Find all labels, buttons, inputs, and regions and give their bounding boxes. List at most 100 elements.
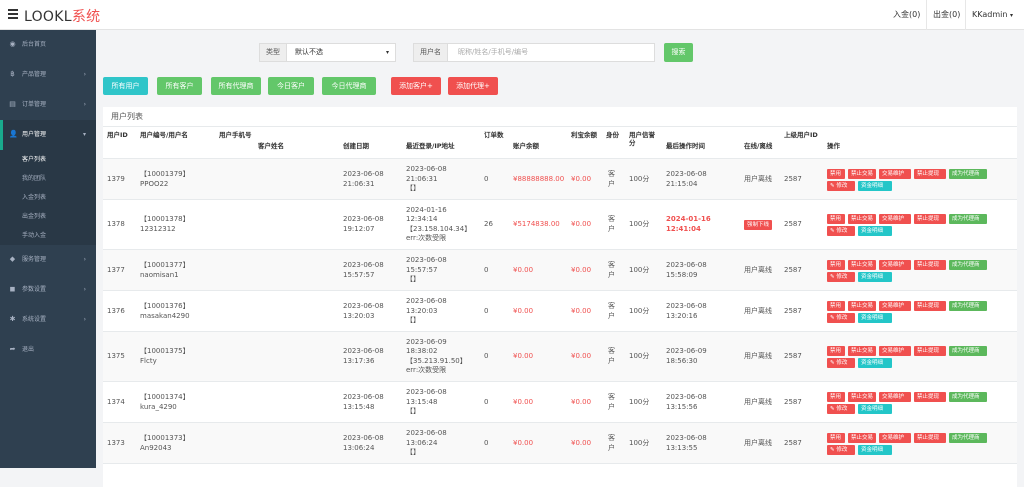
quick-filter-button-1[interactable]: 所有客户 xyxy=(157,77,202,95)
last-op-date: 2023-06-08 xyxy=(666,260,707,269)
column-header-1: 用户编号/用户名 xyxy=(140,131,188,139)
action-to-agent-button[interactable]: 成为代理商 xyxy=(949,432,987,443)
action-funds-button[interactable]: 资金明细 xyxy=(858,444,892,455)
action-to-agent-button[interactable]: 成为代理商 xyxy=(949,391,987,402)
action-ban-withdraw-button[interactable]: 禁止提现 xyxy=(914,432,946,443)
sidebar-subitem-1[interactable]: 我的团队 xyxy=(0,169,96,188)
action-ban-button[interactable]: 禁用 xyxy=(827,214,845,224)
action-trade-maint-button[interactable]: 交易维护 xyxy=(879,300,911,311)
action-ban-button[interactable]: 禁用 xyxy=(827,259,845,270)
action-funds-button[interactable]: 资金明细 xyxy=(858,271,892,282)
order-count: 0 xyxy=(484,174,489,183)
role-line-2: 户 xyxy=(608,311,615,320)
username-input[interactable]: 昵称/姓名/手机号/编号 xyxy=(454,44,654,61)
action-edit-button[interactable]: ✎ 修改 xyxy=(827,180,855,191)
action-to-agent-button[interactable]: 成为代理商 xyxy=(949,346,987,356)
action-ban-trade-button[interactable]: 禁止交易 xyxy=(848,300,876,311)
column-header-8: 利宝余额 xyxy=(571,131,597,139)
action-ban-withdraw-button[interactable]: 禁止提现 xyxy=(914,168,946,179)
chevron-icon: › xyxy=(83,256,86,263)
sidebar-item-0[interactable]: ◉ 后台首页 xyxy=(0,30,96,60)
sidebar-item-2[interactable]: ▤ 订单管理 › xyxy=(0,90,96,120)
sidebar-item-5[interactable]: ◼ 参数设置 › xyxy=(0,275,96,305)
sidebar-item-label: 参数设置 xyxy=(22,286,47,293)
parent-id: 2587 xyxy=(784,438,802,447)
force-offline-button[interactable]: 强制下线 xyxy=(744,220,773,230)
action-trade-maint-button[interactable]: 交易维护 xyxy=(879,214,911,224)
created-date: 2023-06-08 xyxy=(343,433,384,442)
sidebar-item-3[interactable]: 👤 用户管理 ▾ xyxy=(0,120,96,150)
role-line-1: 客 xyxy=(608,347,615,355)
action-ban-button[interactable]: 禁用 xyxy=(827,300,845,311)
quick-filter-button-2[interactable]: 所有代理商 xyxy=(211,77,261,95)
sidebar-subitem-4[interactable]: 手动入金 xyxy=(0,226,96,245)
chevron-icon: › xyxy=(83,71,86,78)
role-line-1: 客 xyxy=(608,169,615,178)
action-edit-button[interactable]: ✎ 修改 xyxy=(827,444,855,455)
quick-filter-button-3[interactable]: 今日客户 xyxy=(268,77,314,95)
action-edit-button[interactable]: ✎ 修改 xyxy=(827,403,855,414)
action-trade-maint-button[interactable]: 交易维护 xyxy=(879,259,911,270)
action-funds-button[interactable]: 资金明细 xyxy=(858,312,892,323)
user-menu[interactable]: KKadmin ▾ xyxy=(965,0,1024,30)
action-trade-maint-button[interactable]: 交易维护 xyxy=(879,168,911,179)
action-ban-button[interactable]: 禁用 xyxy=(827,432,845,443)
column-header-5: 最近登录/IP地址 xyxy=(406,142,455,150)
order-count: 26 xyxy=(484,220,493,228)
action-ban-withdraw-button[interactable]: 禁止提现 xyxy=(914,346,946,356)
search-button[interactable]: 搜索 xyxy=(664,43,693,62)
action-ban-button[interactable]: 禁用 xyxy=(827,391,845,402)
action-edit-button[interactable]: ✎ 修改 xyxy=(827,226,855,236)
action-to-agent-button[interactable]: 成为代理商 xyxy=(949,300,987,311)
created-time: 21:06:31 xyxy=(343,179,375,188)
action-ban-withdraw-button[interactable]: 禁止提现 xyxy=(914,391,946,402)
last-op-time: 18:56:30 xyxy=(666,357,698,365)
parent-id: 2587 xyxy=(784,397,802,406)
action-to-agent-button[interactable]: 成为代理商 xyxy=(949,168,987,179)
withdraw-link[interactable]: 出金(0) xyxy=(926,0,966,30)
sidebar-item-7[interactable]: ➦ 退出 xyxy=(0,335,96,365)
sidebar-subitem-2[interactable]: 入金列表 xyxy=(0,188,96,207)
quick-filter-button-5[interactable]: 添加客户+ xyxy=(391,77,441,95)
deposit-link[interactable]: 入金(0) xyxy=(887,0,926,30)
sidebar-subitem-3[interactable]: 出金列表 xyxy=(0,207,96,226)
action-ban-button[interactable]: 禁用 xyxy=(827,168,845,179)
action-ban-trade-button[interactable]: 禁止交易 xyxy=(848,214,876,224)
action-ban-withdraw-button[interactable]: 禁止提现 xyxy=(914,300,946,311)
action-to-agent-button[interactable]: 成为代理商 xyxy=(949,259,987,270)
sidebar-item-4[interactable]: ◆ 服务管理 › xyxy=(0,245,96,275)
action-ban-trade-button[interactable]: 禁止交易 xyxy=(848,346,876,356)
action-trade-maint-button[interactable]: 交易维护 xyxy=(879,346,911,356)
sidebar-subitem-0[interactable]: 客户列表 xyxy=(0,150,96,169)
action-to-agent-button[interactable]: 成为代理商 xyxy=(949,214,987,224)
login-info-line: err:次数受限 xyxy=(406,234,447,243)
type-select[interactable]: 默认不选 ▾ xyxy=(290,44,395,61)
action-ban-withdraw-button[interactable]: 禁止提现 xyxy=(914,214,946,224)
quick-filter-button-4[interactable]: 今日代理商 xyxy=(322,77,376,95)
action-ban-trade-button[interactable]: 禁止交易 xyxy=(848,432,876,443)
menu-toggle-icon[interactable] xyxy=(8,9,18,19)
quick-filter-button-0[interactable]: 所有用户 xyxy=(103,77,148,95)
credit-score: 100分 xyxy=(629,306,650,315)
sidebar-item-1[interactable]: ฿ 产品管理 › xyxy=(0,60,96,90)
action-edit-button[interactable]: ✎ 修改 xyxy=(827,271,855,282)
quick-filter-button-6[interactable]: 添加代理+ xyxy=(448,77,498,95)
action-funds-button[interactable]: 资金明细 xyxy=(858,180,892,191)
account-balance: ¥0.00 xyxy=(513,306,534,315)
action-edit-button[interactable]: ✎ 修改 xyxy=(827,312,855,323)
action-edit-button[interactable]: ✎ 修改 xyxy=(827,358,855,368)
action-trade-maint-button[interactable]: 交易维护 xyxy=(879,391,911,402)
action-funds-button[interactable]: 资金明细 xyxy=(858,403,892,414)
action-funds-button[interactable]: 资金明细 xyxy=(858,226,892,236)
action-ban-button[interactable]: 禁用 xyxy=(827,346,845,356)
sidebar-item-6[interactable]: ✱ 系统设置 › xyxy=(0,305,96,335)
action-ban-withdraw-button[interactable]: 禁止提现 xyxy=(914,259,946,270)
action-ban-trade-button[interactable]: 禁止交易 xyxy=(848,168,876,179)
action-ban-trade-button[interactable]: 禁止交易 xyxy=(848,259,876,270)
last-op-time: 13:20:16 xyxy=(666,311,698,320)
action-trade-maint-button[interactable]: 交易维护 xyxy=(879,432,911,443)
action-ban-trade-button[interactable]: 禁止交易 xyxy=(848,391,876,402)
action-funds-button[interactable]: 资金明细 xyxy=(858,358,892,368)
table-row: 1375 【10001375】 Flcty 2023-06-08 13:17:36 202… xyxy=(103,332,1017,382)
login-info-line: 【】 xyxy=(406,184,420,193)
